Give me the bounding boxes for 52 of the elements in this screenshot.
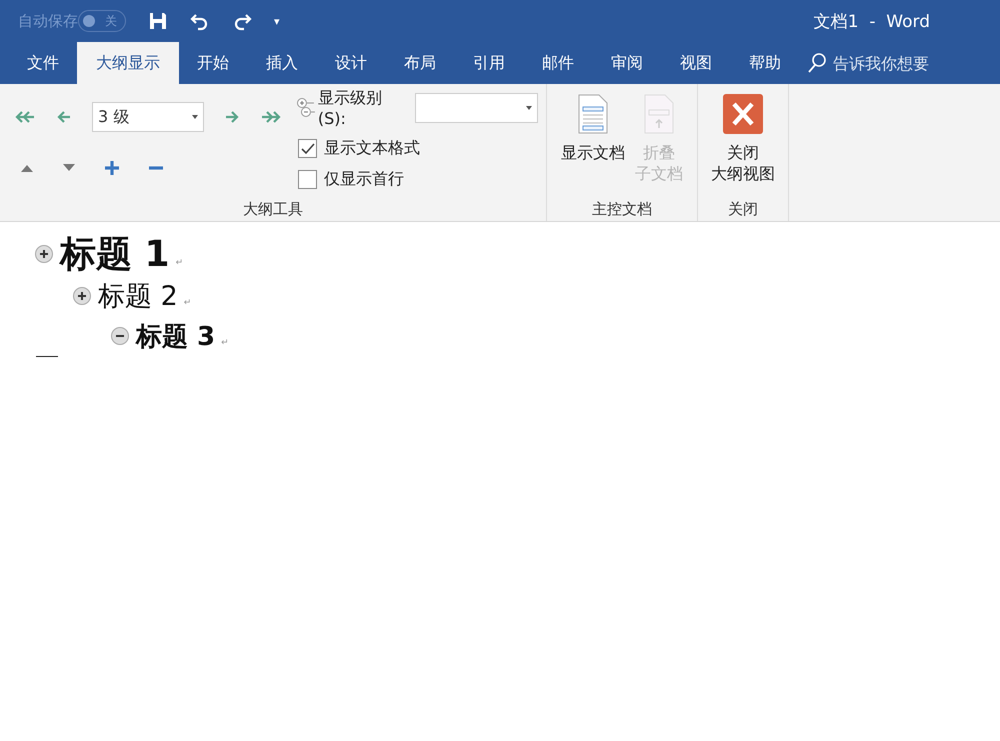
ribbon-tab[interactable]: 视图 bbox=[661, 42, 731, 84]
outline-level-dropdown[interactable]: 3 级 bbox=[92, 102, 204, 132]
ribbon-button[interactable]: 显示文档 bbox=[559, 94, 627, 200]
outline-heading: 标题 3 bbox=[136, 320, 216, 354]
demote-to-body-icon[interactable] bbox=[260, 110, 282, 124]
expand-plus-icon[interactable] bbox=[104, 160, 120, 176]
show-level-label: 显示级别(S): bbox=[318, 88, 383, 128]
customize-caret[interactable]: ▾ bbox=[274, 14, 280, 28]
autosave-label: 自动保存 bbox=[18, 12, 78, 30]
undo-icon[interactable] bbox=[190, 11, 210, 31]
checkbox-label: 仅显示首行 bbox=[324, 169, 404, 190]
paragraph-mark: ↵ bbox=[221, 338, 229, 348]
dropdown-caret-icon bbox=[526, 106, 532, 110]
ribbon-tab[interactable]: 大纲显示 bbox=[77, 42, 179, 84]
checkbox-label: 显示文本格式 bbox=[324, 138, 420, 159]
promote-to-heading-icon[interactable] bbox=[14, 110, 36, 124]
document-icon bbox=[578, 94, 608, 134]
ribbon-tab[interactable]: 邮件 bbox=[523, 42, 593, 84]
ribbon-tab[interactable]: 审阅 bbox=[592, 42, 662, 84]
demote-icon[interactable] bbox=[224, 110, 240, 124]
ribbon-tab[interactable]: 设计 bbox=[316, 42, 386, 84]
close-icon bbox=[723, 94, 763, 134]
close-outline-view-button[interactable]: 关闭 大纲视图 bbox=[709, 94, 777, 200]
tell-me-field[interactable]: 告诉我你想要 bbox=[831, 52, 965, 74]
outline-heading: 标题 1 bbox=[60, 232, 170, 276]
group-label: 大纲工具 bbox=[243, 200, 303, 219]
promote-icon[interactable] bbox=[56, 110, 72, 124]
group-label: 关闭 bbox=[728, 200, 758, 219]
move-down-icon[interactable] bbox=[62, 163, 76, 173]
group-label: 主控文档 bbox=[592, 200, 652, 219]
ribbon-tab[interactable]: 插入 bbox=[247, 42, 317, 84]
outline-plus-icon[interactable] bbox=[72, 286, 92, 306]
dropdown-caret-icon bbox=[192, 115, 198, 119]
redo-icon[interactable] bbox=[232, 11, 252, 31]
search-icon bbox=[807, 52, 827, 74]
ribbon-tab[interactable]: 帮助 bbox=[730, 42, 800, 84]
ribbon-tab[interactable]: 文件 bbox=[8, 42, 78, 84]
show-level-icon bbox=[296, 97, 316, 119]
document-arrow-icon bbox=[644, 94, 674, 134]
outline-minus-icon[interactable] bbox=[110, 326, 130, 346]
ribbon-tab[interactable]: 开始 bbox=[178, 42, 248, 84]
window-title: 文档1 - Word bbox=[814, 10, 930, 32]
ribbon-tab[interactable]: 布局 bbox=[385, 42, 455, 84]
outline-heading: 标题 2 bbox=[98, 280, 178, 314]
save-icon[interactable] bbox=[148, 11, 168, 31]
move-up-icon[interactable] bbox=[20, 163, 34, 173]
paragraph-mark: ↵ bbox=[176, 258, 184, 268]
paragraph-mark: ↵ bbox=[184, 298, 192, 308]
ribbon-tab[interactable]: 引用 bbox=[454, 42, 524, 84]
checkbox[interactable] bbox=[298, 139, 317, 158]
checkbox[interactable] bbox=[298, 170, 317, 189]
outline-plus-icon[interactable] bbox=[34, 244, 54, 264]
